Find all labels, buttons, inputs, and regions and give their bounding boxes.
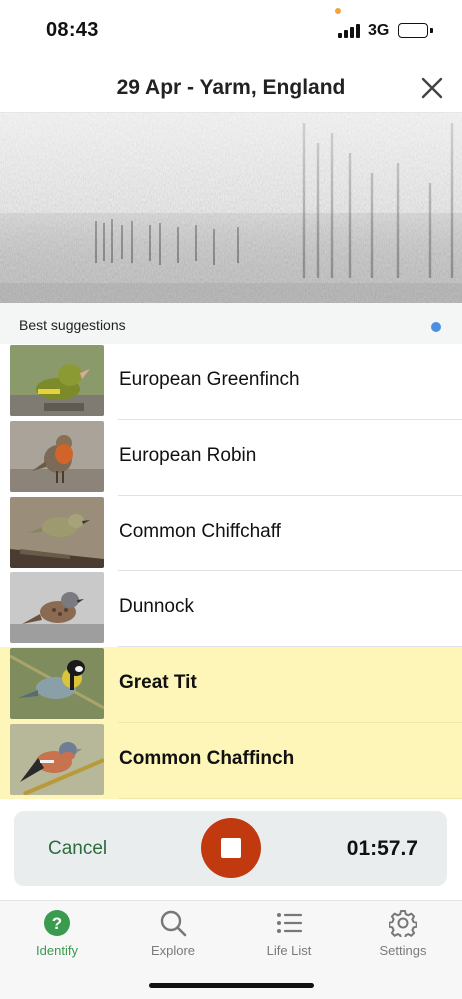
bird-name: Great Tit bbox=[119, 672, 197, 694]
list-item[interactable]: Great Tit bbox=[0, 647, 462, 723]
search-icon bbox=[160, 910, 187, 937]
divider bbox=[118, 797, 462, 799]
privacy-indicator bbox=[335, 8, 341, 14]
tab-identify[interactable]: ? Identify bbox=[12, 909, 102, 967]
recording-panel: Cancel 01:57.7 bbox=[14, 811, 447, 886]
tab-label: Life List bbox=[266, 943, 312, 958]
battery-icon bbox=[398, 23, 428, 38]
battery-tip bbox=[430, 28, 433, 33]
list-item[interactable]: Common Chiffchaff bbox=[0, 495, 462, 572]
bird-photo-chaffinch bbox=[10, 723, 104, 795]
bird-photo-robin bbox=[10, 420, 104, 492]
spectrogram bbox=[0, 113, 462, 303]
bird-name: European Robin bbox=[119, 444, 257, 466]
list-item[interactable]: European Greenfinch bbox=[0, 344, 462, 420]
close-icon[interactable] bbox=[420, 76, 444, 100]
spectrogram-image bbox=[0, 113, 462, 303]
recording-header: 29 Apr - Yarm, England bbox=[0, 62, 462, 113]
bird-photo-great-tit bbox=[10, 648, 104, 720]
tab-label: Identify bbox=[36, 943, 78, 958]
bird-name: Dunnock bbox=[119, 596, 194, 618]
status-time: 08:43 bbox=[46, 19, 99, 41]
tab-settings[interactable]: Settings bbox=[358, 909, 448, 967]
bird-photo-dunnock bbox=[10, 572, 104, 644]
status-dot bbox=[431, 322, 441, 332]
question-circle-icon: ? bbox=[44, 910, 70, 936]
suggestions-header: Best suggestions bbox=[0, 303, 462, 344]
list-item[interactable]: Dunnock bbox=[0, 571, 462, 648]
stop-icon bbox=[221, 838, 241, 858]
bird-name: European Greenfinch bbox=[119, 369, 300, 390]
tab-label: Settings bbox=[379, 943, 427, 958]
tab-explore[interactable]: Explore bbox=[128, 909, 218, 967]
page-title: 29 Apr - Yarm, England bbox=[116, 76, 346, 99]
bird-name: Common Chiffchaff bbox=[119, 520, 281, 542]
cancel-button[interactable]: Cancel bbox=[48, 838, 107, 860]
gear-icon bbox=[389, 910, 417, 937]
recording-timer: 01:57.7 bbox=[346, 837, 418, 860]
stop-recording-button[interactable] bbox=[201, 818, 261, 878]
suggestions-list: European Greenfinch European Robin Commo… bbox=[0, 344, 462, 799]
bird-name: Common Chaffinch bbox=[119, 747, 295, 769]
status-bar: 08:43 3G bbox=[0, 0, 462, 62]
list-item[interactable]: European Robin bbox=[0, 419, 462, 496]
bird-photo-chiffchaff bbox=[10, 496, 104, 568]
tab-label: Explore bbox=[150, 943, 196, 958]
bird-photo-greenfinch bbox=[10, 345, 104, 416]
home-indicator bbox=[149, 983, 314, 988]
list-icon bbox=[277, 913, 303, 933]
tab-life-list[interactable]: Life List bbox=[244, 909, 334, 967]
svg-text:?: ? bbox=[52, 914, 62, 933]
signal-icon bbox=[338, 24, 362, 38]
list-item[interactable]: Common Chaffinch bbox=[0, 722, 462, 799]
section-label: Best suggestions bbox=[19, 317, 126, 333]
network-type: 3G bbox=[368, 22, 390, 39]
